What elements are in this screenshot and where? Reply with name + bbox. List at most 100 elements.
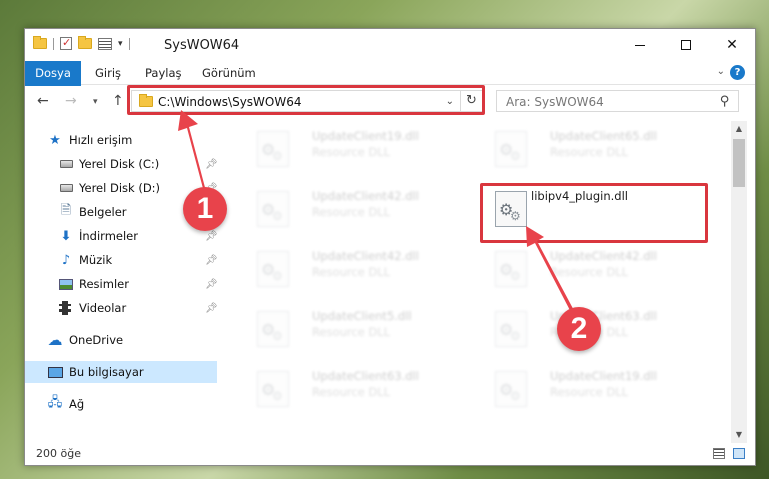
sidebar-item-label: Resimler [79,277,129,291]
up-arrow-icon[interactable]: ↑ [112,93,124,109]
sidebar-item-this-pc[interactable]: Bu bilgisayar [25,361,217,383]
expand-ribbon-icon[interactable]: ⌄ [717,66,725,77]
file-item[interactable]: UpdateClient19.dll Resource DLL [483,365,713,421]
tab-view[interactable]: Görünüm [202,61,256,85]
pin-icon[interactable]: 📌︎ [205,279,218,290]
file-item[interactable]: UpdateClient42.dll Resource DLL [483,245,713,301]
sidebar-item-label: Yerel Disk (D:) [79,181,161,195]
sidebar-item-pictures[interactable]: Resimler 📌︎ [25,273,218,295]
dll-file-icon [495,251,527,287]
forward-arrow-icon[interactable]: → [65,93,77,109]
file-description: Resource DLL [312,265,391,279]
dll-file-icon [257,191,289,227]
details-view-icon[interactable] [713,448,725,459]
dll-file-icon [495,131,527,167]
pictures-icon [59,278,73,290]
pin-icon[interactable]: 📌︎ [205,159,218,170]
file-name: UpdateClient42.dll [312,189,419,203]
dll-file-icon [257,251,289,287]
file-name: UpdateClient19.dll [312,129,419,143]
sidebar-item-onedrive[interactable]: ☁ OneDrive [25,329,217,351]
sidebar-item-label: Ağ [69,397,85,411]
item-count: 200 öğe [36,447,81,460]
search-input[interactable]: Ara: SysWOW64 ⚲ [496,90,739,112]
search-placeholder: Ara: SysWOW64 [506,95,604,109]
pin-icon[interactable]: 📌︎ [205,303,218,314]
properties-check-icon[interactable] [60,36,72,50]
maximize-button[interactable] [663,29,709,61]
sidebar-item-local-disk-c[interactable]: Yerel Disk (C:) 📌︎ [25,153,218,175]
downloads-icon: ⬇ [60,228,72,244]
sidebar-item-music[interactable]: ♪ Müzik 📌︎ [25,249,218,271]
tab-share[interactable]: Paylaş [145,61,182,85]
sidebar-item-label: Yerel Disk (C:) [79,157,160,171]
back-arrow-icon[interactable]: ← [37,93,49,109]
file-description: Resource DLL [550,145,629,159]
sidebar-item-label: Bu bilgisayar [69,365,144,379]
file-item[interactable]: UpdateClient63.dll Resource DLL [245,365,475,421]
search-icon[interactable]: ⚲ [720,94,730,109]
file-item[interactable]: UpdateClient42.dll Resource DLL [245,185,475,241]
window-title: SysWOW64 [164,38,240,53]
help-icon[interactable]: ? [730,65,745,80]
file-description: Resource DLL [550,385,629,399]
dll-file-icon [257,131,289,167]
sidebar-item-quick-access[interactable]: ★ Hızlı erişim [25,129,217,151]
scrollbar-thumb[interactable] [733,139,745,187]
dll-file-icon [257,311,289,347]
file-item[interactable]: UpdateClient19.dll Resource DLL [245,125,475,181]
title-bar: ▾ SysWOW64 ✕ [25,29,755,61]
file-list: UpdateClient19.dll Resource DLL UpdateCl… [225,121,735,443]
address-highlight-box [127,85,485,115]
music-icon: ♪ [61,252,71,268]
folder-icon [33,36,47,49]
maximize-icon [681,40,691,50]
large-icons-view-icon[interactable] [733,448,745,459]
onedrive-icon: ☁ [47,331,63,349]
close-icon: ✕ [726,37,738,53]
network-icon: 🖧 [47,395,63,410]
view-options-icon[interactable] [98,37,112,50]
scroll-down-icon[interactable]: ▼ [731,427,747,443]
minimize-button[interactable] [617,29,663,61]
file-description: Resource DLL [312,385,391,399]
pin-icon[interactable]: 📌︎ [205,255,218,266]
drive-icon [60,184,73,192]
sidebar-item-label: Videolar [79,301,127,315]
sidebar-item-network[interactable]: 🖧 Ağ [25,393,217,415]
tab-home[interactable]: Giriş [95,61,121,85]
navigation-pane: ★ Hızlı erişim Yerel Disk (C:) 📌︎ Yerel … [25,125,218,445]
recent-locations-icon[interactable]: ▾ [93,97,98,107]
close-button[interactable]: ✕ [709,29,755,61]
sidebar-item-downloads[interactable]: ⬇ İndirmeler 📌︎ [25,225,218,247]
file-description: Resource DLL [312,205,391,219]
pin-icon[interactable]: 📌︎ [205,231,218,242]
dll-file-icon [495,311,527,347]
file-name: UpdateClient63.dll [312,369,419,383]
file-item[interactable]: UpdateClient5.dll Resource DLL [245,305,475,361]
step-2-badge: 2 [557,307,601,351]
sidebar-item-videos[interactable]: Videolar 📌︎ [25,297,218,319]
sidebar-item-label: Belgeler [79,205,127,219]
file-item[interactable]: UpdateClient42.dll Resource DLL [245,245,475,301]
toolbar-divider [128,37,130,50]
videos-icon [59,301,71,315]
file-item[interactable]: UpdateClient65.dll Resource DLL [483,125,713,181]
step-1-badge: 1 [183,187,227,231]
sidebar-item-label: Müzik [79,253,113,267]
customize-toolbar-icon[interactable]: ▾ [118,39,123,49]
vertical-scrollbar[interactable]: ▲ ▼ [731,121,747,443]
file-name: UpdateClient19.dll [550,369,657,383]
file-description: Resource DLL [550,265,629,279]
sidebar-item-label: Hızlı erişim [69,133,133,147]
quick-access-toolbar: ▾ [33,36,130,50]
dll-file-icon [495,371,527,407]
new-folder-icon[interactable] [78,36,92,49]
minimize-icon [635,44,645,46]
toolbar-divider [53,37,54,50]
scroll-up-icon[interactable]: ▲ [731,121,747,137]
this-pc-icon [48,366,63,378]
sidebar-item-label: İndirmeler [79,229,138,243]
sidebar-item-label: OneDrive [69,333,124,347]
status-bar: 200 öğe [25,443,755,465]
